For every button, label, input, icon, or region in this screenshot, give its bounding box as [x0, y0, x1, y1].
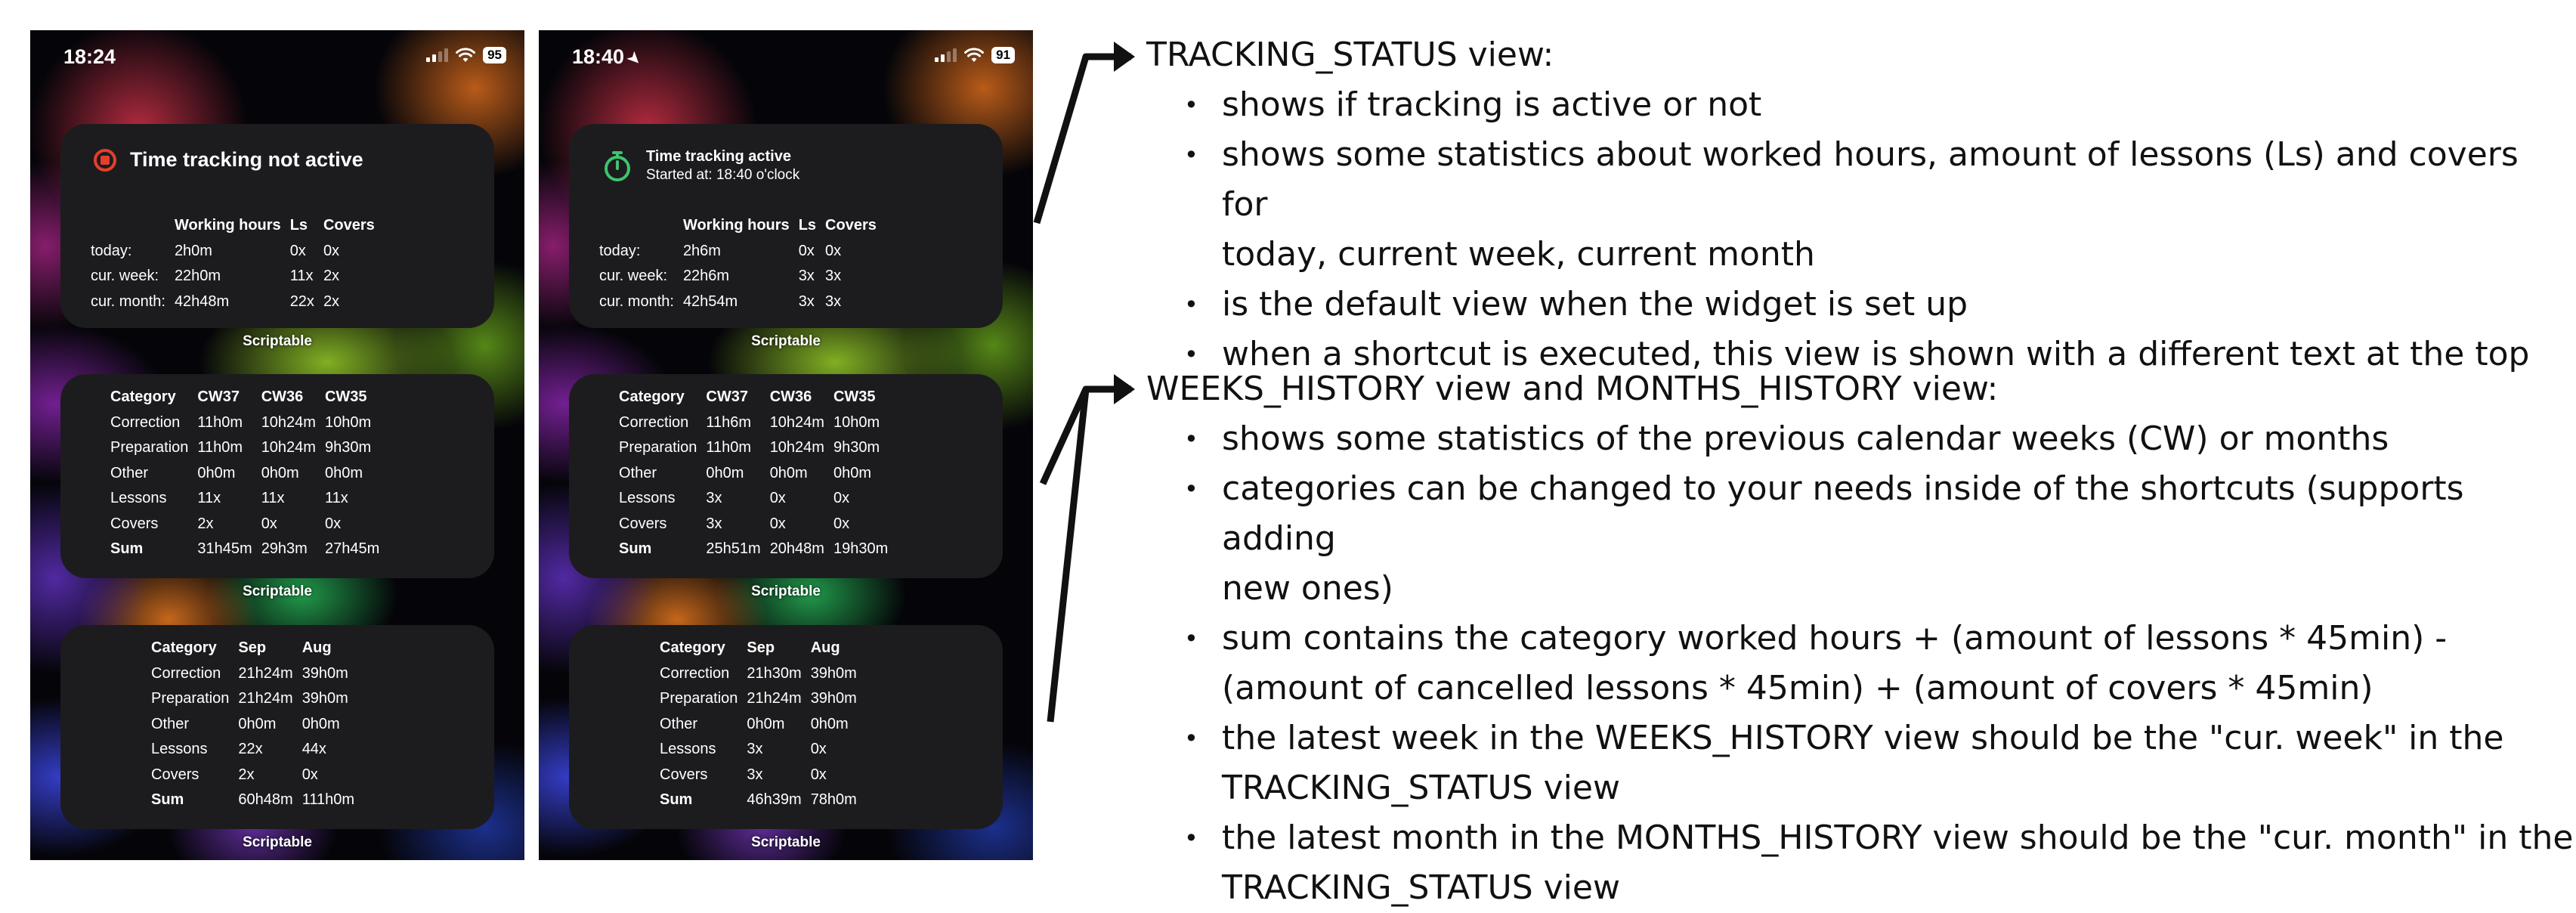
annotation-bullet: shows some statistics about worked hours…: [1146, 130, 2574, 230]
arrow-to-tracking-status: [1033, 53, 1131, 224]
annotation-bullets: shows some statistics of the previous ca…: [1146, 414, 2574, 913]
annotation-bullet: (amount of cancelled lessons * 45min) + …: [1222, 669, 2373, 707]
annotation-bullet: shows if tracking is active or not: [1146, 80, 2574, 130]
arrow-to-months-history: [1047, 388, 1090, 723]
annotation-bullet: today, current week, current month: [1222, 235, 1815, 274]
annotation-bullet: new ones): [1222, 569, 1393, 608]
annotation-bullets: shows if tracking is active or notshows …: [1146, 80, 2574, 379]
history-annotation: WEEKS_HISTORY view and MONTHS_HISTORY vi…: [1146, 364, 2574, 913]
tracking-status-annotation: TRACKING_STATUS view: shows if tracking …: [1146, 30, 2574, 379]
annotation-bullet: TRACKING_STATUS view: [1222, 868, 1620, 907]
annotation-bullet: the latest week in the WEEKS_HISTORY vie…: [1146, 713, 2574, 763]
annotation-bullet: shows some statistics of the previous ca…: [1146, 414, 2574, 464]
annotation-title: WEEKS_HISTORY view and MONTHS_HISTORY vi…: [1146, 370, 1999, 408]
annotation-arrows: [1033, 42, 1135, 723]
annotation-bullet: TRACKING_STATUS view: [1222, 769, 1620, 807]
annotation-bullet: sum contains the category worked hours +…: [1146, 614, 2574, 664]
arrowhead-icon: [1114, 374, 1135, 404]
annotation-title: TRACKING_STATUS view:: [1146, 36, 1554, 74]
arrowhead-icon: [1114, 42, 1135, 72]
annotation-bullet: the latest month in the MONTHS_HISTORY v…: [1146, 813, 2574, 863]
annotation-bullet: categories can be changed to your needs …: [1146, 464, 2574, 564]
annotation-bullet: is the default view when the widget is s…: [1146, 280, 2574, 330]
